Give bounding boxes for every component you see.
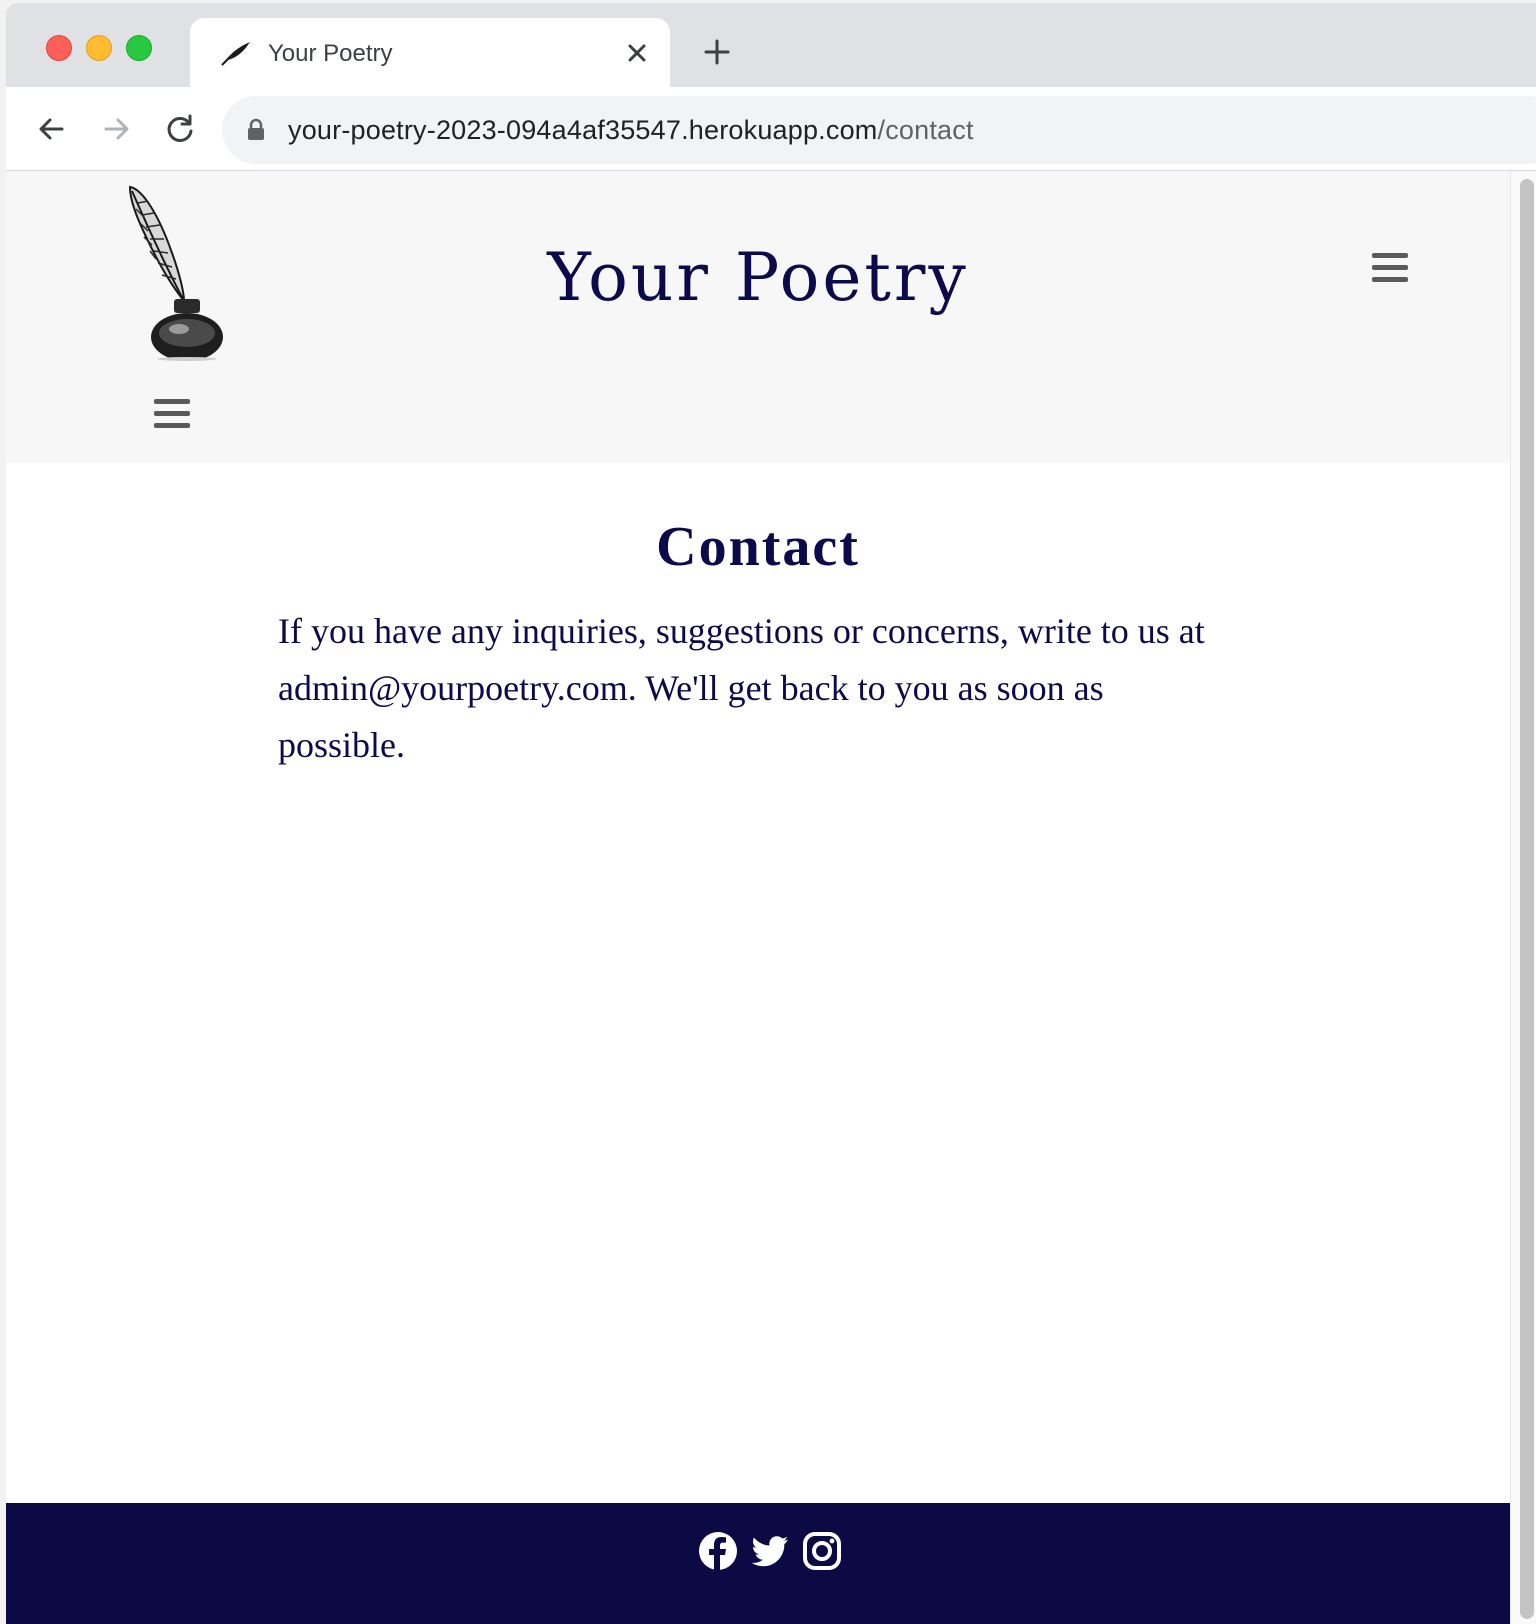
maximize-window-button[interactable] [126,35,152,61]
tab-strip: Your Poetry [6,3,1536,87]
address-bar[interactable]: your-poetry-2023-094a4af35547.herokuapp.… [222,96,1536,164]
instagram-icon[interactable] [802,1531,842,1571]
scrollbar-thumb[interactable] [1520,179,1534,1619]
reload-icon[interactable] [162,111,198,147]
close-tab-icon[interactable] [622,38,652,68]
contact-text: If you have any inquiries, suggestions o… [278,611,1205,765]
twitter-icon[interactable] [750,1531,790,1571]
url-path: /contact [877,115,974,145]
new-tab-icon[interactable] [702,37,732,67]
hamburger-menu-icon[interactable] [1372,251,1408,285]
vertical-scrollbar[interactable] [1510,171,1536,1624]
site-title[interactable]: Your Poetry [6,239,1510,316]
forward-arrow-icon[interactable] [98,111,134,147]
hamburger-menu-icon-secondary[interactable] [154,397,190,431]
site-footer [6,1503,1510,1624]
feather-icon [221,42,250,66]
close-window-button[interactable] [46,35,72,61]
page-title: Contact [656,516,860,578]
minimize-window-button[interactable] [86,35,112,61]
browser-tab[interactable]: Your Poetry [190,18,670,87]
lock-icon[interactable] [246,118,266,142]
browser-window: Your Poetry your-poetry-2023-094a4af3554… [6,3,1536,1624]
browser-toolbar: your-poetry-2023-094a4af35547.herokuapp.… [6,87,1536,171]
url-host: your-poetry-2023-094a4af35547.herokuapp.… [288,115,878,145]
page-viewport: Your Poetry Contact If you have any inqu… [6,171,1510,1624]
back-arrow-icon[interactable] [34,111,70,147]
tab-title: Your Poetry [268,40,393,67]
facebook-icon[interactable] [698,1531,738,1571]
site-header: Your Poetry [6,171,1510,463]
url-text[interactable]: your-poetry-2023-094a4af35547.herokuapp.… [288,115,974,146]
